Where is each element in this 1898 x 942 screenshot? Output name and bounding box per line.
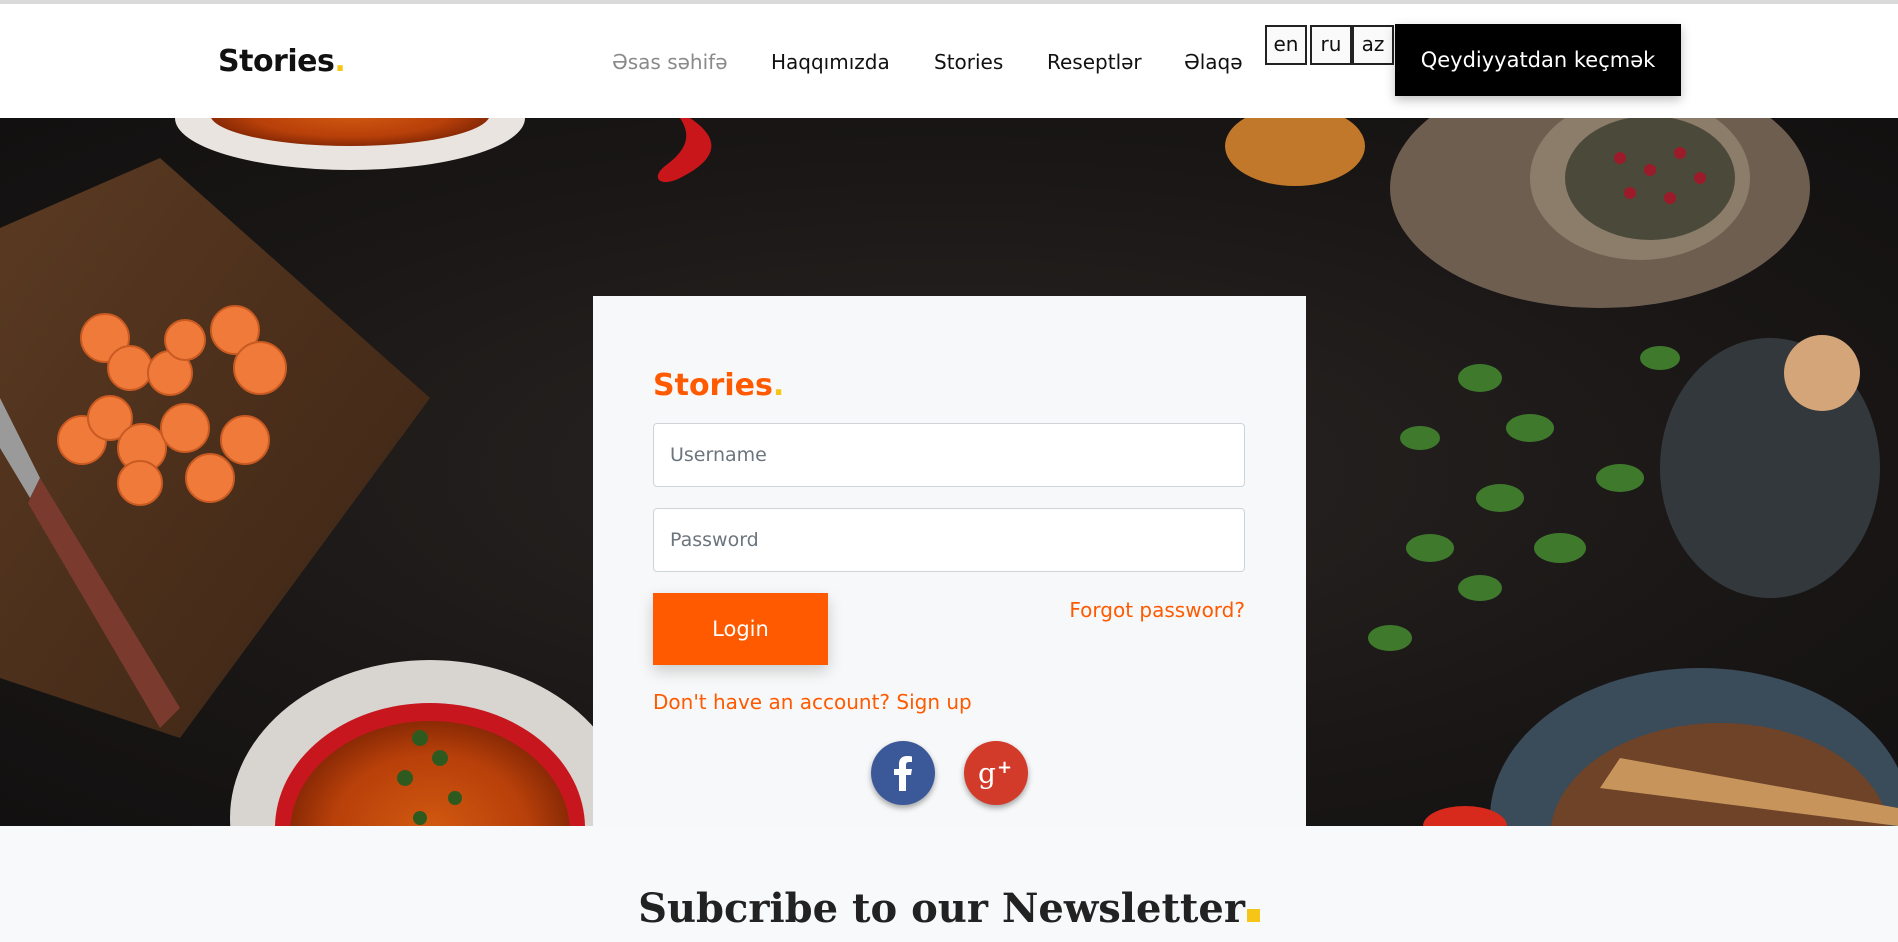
- newsletter-title: Subcribe to our Newsletter: [0, 885, 1898, 932]
- title-dot: [1246, 909, 1260, 922]
- nav-item-home[interactable]: Əsas səhifə: [612, 50, 728, 74]
- login-card-logo: Stories.: [653, 368, 785, 403]
- register-button[interactable]: Qeydiyyatdan keçmək: [1395, 24, 1681, 96]
- facebook-icon: [894, 756, 912, 791]
- login-card: Stories. Login Forgot password? Don't ha…: [593, 296, 1306, 826]
- facebook-login-button[interactable]: [871, 741, 935, 805]
- signup-link[interactable]: Don't have an account? Sign up: [653, 690, 972, 714]
- lang-button-az[interactable]: az: [1352, 25, 1394, 65]
- username-input[interactable]: [653, 423, 1245, 487]
- site-logo[interactable]: Stories.: [218, 44, 346, 79]
- google-plus-icon: g +: [978, 757, 1012, 790]
- svg-text:g: g: [978, 757, 996, 790]
- svg-text:+: +: [997, 757, 1012, 778]
- login-button[interactable]: Login: [653, 593, 828, 665]
- site-header: Stories. Əsas səhifə Haqqımızda Stories …: [0, 4, 1898, 119]
- nav-item-stories[interactable]: Stories: [934, 50, 1003, 74]
- hero-background: Stories. Login Forgot password? Don't ha…: [0, 118, 1898, 826]
- password-input[interactable]: [653, 508, 1245, 572]
- google-plus-login-button[interactable]: g +: [964, 741, 1028, 805]
- nav-item-contact[interactable]: Əlaqə: [1184, 50, 1243, 74]
- nav-item-recipes[interactable]: Reseptlər: [1047, 50, 1142, 74]
- forgot-password-link[interactable]: Forgot password?: [1069, 598, 1245, 622]
- lang-button-ru[interactable]: ru: [1310, 25, 1352, 65]
- nav-item-about[interactable]: Haqqımızda: [771, 50, 890, 74]
- lang-button-en[interactable]: en: [1265, 25, 1307, 65]
